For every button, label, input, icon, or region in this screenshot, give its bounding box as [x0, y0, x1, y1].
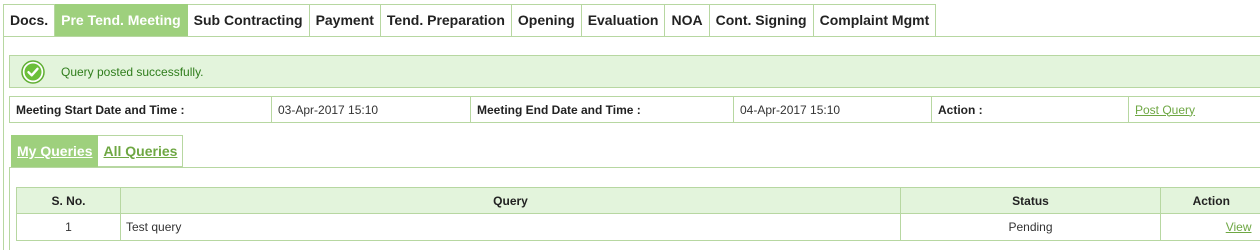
column-header-action: Action [1160, 187, 1260, 214]
meeting-action-cell: Post Query [1128, 96, 1260, 123]
success-message: Query posted successfully. [9, 55, 1260, 88]
cell-sno: 1 [16, 213, 121, 241]
success-check-icon [21, 60, 45, 84]
cell-status: Pending [900, 213, 1161, 241]
column-header-status: Status [900, 187, 1161, 214]
tab-noa[interactable]: NOA [665, 4, 710, 37]
post-query-link[interactable]: Post Query [1135, 103, 1195, 117]
meeting-info-row: Meeting Start Date and Time : 03-Apr-201… [9, 96, 1260, 123]
tab-content-panel: Query posted successfully. Meeting Start… [3, 36, 1260, 250]
column-header-query: Query [120, 187, 901, 214]
tab-sub-contracting[interactable]: Sub Contracting [187, 4, 310, 37]
queries-table: S. No. Query Status Action 1 Test query … [16, 187, 1260, 241]
tab-pre-tender-meeting[interactable]: Pre Tend. Meeting [55, 4, 188, 37]
view-query-link[interactable]: View [1226, 220, 1252, 234]
cell-action: View [1160, 213, 1260, 241]
tab-complaint-management[interactable]: Complaint Mgmt [813, 4, 937, 37]
tab-docs[interactable]: Docs. [3, 4, 56, 37]
meeting-end-value: 04-Apr-2017 15:10 [733, 96, 932, 123]
query-subtab-bar: My Queries All Queries [11, 135, 184, 167]
meeting-start-value: 03-Apr-2017 15:10 [271, 96, 471, 123]
subtab-all-queries[interactable]: All Queries [98, 135, 184, 167]
meeting-action-label: Action : [931, 96, 1129, 123]
subtab-my-queries[interactable]: My Queries [11, 135, 99, 167]
queries-header-row: S. No. Query Status Action [16, 187, 1260, 214]
tab-opening[interactable]: Opening [511, 4, 582, 37]
meeting-info-table: Meeting Start Date and Time : 03-Apr-201… [9, 96, 1260, 123]
table-row: 1 Test query Pending View [16, 213, 1260, 241]
meeting-end-label: Meeting End Date and Time : [470, 96, 734, 123]
success-message-text: Query posted successfully. [61, 65, 204, 79]
tab-contract-signing[interactable]: Cont. Signing [709, 4, 814, 37]
tender-tab-bar: Docs. Pre Tend. Meeting Sub Contracting … [3, 4, 937, 37]
tender-page: Docs. Pre Tend. Meeting Sub Contracting … [0, 0, 1260, 250]
tab-tender-preparation[interactable]: Tend. Preparation [380, 4, 512, 37]
column-header-sno: S. No. [16, 187, 121, 214]
tab-evaluation[interactable]: Evaluation [581, 4, 666, 37]
cell-query: Test query [120, 213, 901, 241]
tab-payment[interactable]: Payment [309, 4, 381, 37]
meeting-start-label: Meeting Start Date and Time : [9, 96, 272, 123]
